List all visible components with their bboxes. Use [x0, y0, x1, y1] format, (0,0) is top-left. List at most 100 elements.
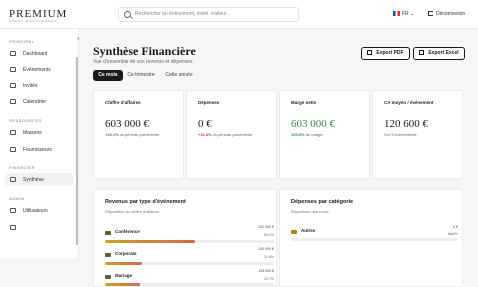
search-input[interactable]: Rechercher un événement, invité, traiteu…: [118, 7, 299, 22]
search-placeholder: Rechercher un événement, invité, traiteu…: [135, 11, 231, 17]
search-icon: [124, 11, 131, 18]
revenue-row-percent: 21.6%: [264, 255, 274, 259]
sidebar-item-evenements[interactable]: Événements: [5, 63, 73, 76]
kpi-change: 100.0% de marge: [291, 132, 323, 137]
kpi-label: Chiffre d'affaires: [105, 100, 141, 105]
sidebar-item-more[interactable]: [5, 221, 73, 234]
language-selector[interactable]: FR ⌄: [393, 11, 414, 17]
sidebar-item-label: Événements: [23, 67, 51, 73]
flag-fr-icon: [393, 11, 400, 17]
sidebar-scrollbar[interactable]: [76, 57, 78, 245]
revenue-by-type-panel: Revenus par type d'événement Répartition…: [93, 189, 277, 287]
kpi-change-text: Sur 5 événements: [384, 132, 417, 137]
revenue-row-amount: 130 000 €: [258, 247, 274, 251]
export-pdf-label: Export PDF: [376, 50, 404, 56]
export-pdf-button[interactable]: Export PDF: [361, 47, 410, 60]
sidebar-item-label: Calendrier: [23, 99, 47, 105]
sidebar-item-calendrier[interactable]: Calendrier: [5, 95, 73, 108]
section-financier: FINANCIER: [9, 165, 36, 170]
logo-subtitle: EVENT MANAGEMENT: [9, 19, 58, 23]
kpi-card-depenses: Dépenses 0 € +16,4% vs période précédent…: [186, 90, 277, 179]
revenue-row-percent: 20.7%: [264, 277, 274, 281]
tab-cette-annee[interactable]: Cette année: [164, 70, 194, 81]
revenue-row-name: Corporate: [115, 251, 137, 256]
panel-title: Dépenses par catégorie: [291, 199, 354, 205]
sidebar: PRINCIPAL Dashboard Événements Invités C…: [0, 29, 79, 258]
sidebar-item-label: Utilisateurs: [23, 208, 48, 214]
kpi-card-marge-nette: Marge nette 603 000 € 100.0% de marge: [279, 90, 370, 179]
building-icon: [10, 130, 16, 135]
calendar-icon: [10, 99, 16, 104]
sidebar-item-synthese[interactable]: Synthèse: [5, 173, 73, 186]
sidebar-item-fournisseurs[interactable]: Fournisseurs: [5, 143, 73, 156]
section-admin: ADMIN: [9, 196, 25, 201]
panel-title: Revenus par type d'événement: [105, 199, 186, 205]
sidebar-item-maisons[interactable]: Maisons: [5, 126, 73, 139]
export-excel-button[interactable]: Export Excel: [413, 47, 465, 60]
revenue-row-bar-fill: [105, 262, 142, 265]
kpi-value: 603 000 €: [105, 118, 149, 130]
expenses-by-category-panel: Dépenses par catégorie Répartition des c…: [279, 189, 463, 287]
sidebar-item-label: Synthèse: [23, 177, 44, 183]
kpi-card-chiffre-affaires: Chiffre d'affaires 603 000 € +23,1% vs p…: [93, 90, 184, 179]
revenue-row-name: Conférence: [115, 229, 140, 234]
kpi-card-ca-moyen: CA moyen / événement 120 600 € Sur 5 évé…: [372, 90, 463, 179]
expense-row-amount: 0 €: [453, 225, 458, 229]
sidebar-item-label: Invités: [23, 83, 38, 89]
expense-row-bar: [291, 238, 458, 241]
tab-ce-trimestre[interactable]: Ce trimestre: [126, 70, 156, 81]
logout-icon: [428, 11, 433, 17]
kpi-change: +16,4% vs période précédente: [198, 132, 268, 137]
kpi-value: 120 600 €: [384, 118, 428, 130]
revenue-row-bar-fill: [105, 240, 195, 243]
download-icon: [419, 50, 425, 56]
revenue-row-percent: 53.1%: [264, 233, 274, 237]
users-icon: [10, 83, 16, 88]
dashboard-icon: [10, 51, 16, 56]
language-label: FR: [402, 11, 409, 17]
kpi-change-text: de marge: [305, 132, 323, 137]
revenue-row-bar: [105, 262, 274, 265]
revenue-row-bar: [105, 283, 274, 286]
page-title: Synthèse Financière: [93, 44, 196, 58]
kpi-change: +23,1% vs période précédente: [105, 132, 159, 137]
expense-row-name: Autres: [301, 228, 316, 233]
chart-icon: [10, 177, 16, 182]
sidebar-item-label: Fournisseurs: [23, 147, 52, 153]
sidebar-item-utilisateurs[interactable]: Utilisateurs: [5, 204, 73, 217]
pen-icon: [105, 231, 111, 235]
kpi-change-value: 100.0%: [291, 132, 305, 137]
revenue-row-name: Mariage: [115, 273, 133, 278]
box-icon: [291, 230, 297, 234]
chevron-down-icon: ⌄: [410, 11, 415, 17]
user-icon: [10, 208, 16, 213]
sidebar-item-label: Maisons: [23, 130, 42, 136]
section-principal: PRINCIPAL: [9, 39, 35, 44]
kpi-value: 603 000 €: [291, 118, 335, 130]
logout-label: Déconnexion: [436, 11, 466, 17]
revenue-row-bar-fill: [105, 283, 140, 286]
kpi-change-text: vs période précédente: [119, 132, 160, 137]
revenue-row-amount: 320 000 €: [258, 225, 274, 229]
tab-ce-mois[interactable]: Ce mois: [93, 70, 123, 81]
kpi-label: Marge nette: [291, 100, 317, 105]
export-excel-label: Export Excel: [428, 50, 459, 56]
top-bar: PREMIUM EVENT MANAGEMENT Rechercher un é…: [0, 0, 478, 29]
panel-subtitle: Répartition du chiffre d'affaires: [105, 209, 159, 214]
kpi-change-value: +23,1%: [105, 132, 119, 137]
kpi-value: 0 €: [198, 118, 212, 130]
kpi-change-value: +16,4%: [198, 132, 212, 137]
page-subtitle: Vue d'ensemble de vos revenus et dépense…: [93, 59, 193, 65]
sidebar-item-label: Dashboard: [23, 51, 48, 57]
logout-button[interactable]: Déconnexion: [428, 11, 465, 17]
section-ressources: RESSOURCES: [9, 118, 43, 123]
truck-icon: [10, 147, 16, 152]
sidebar-item-invites[interactable]: Invités: [5, 79, 73, 92]
kpi-change-text: vs période précédente: [212, 132, 253, 137]
revenue-row-bar: [105, 240, 274, 243]
sidebar-item-dashboard[interactable]: Dashboard: [5, 47, 73, 60]
panel-subtitle: Répartition des coûts: [291, 209, 329, 214]
settings-icon: [10, 225, 16, 230]
kpi-label: CA moyen / événement: [384, 100, 434, 105]
briefcase-icon: [105, 253, 111, 257]
